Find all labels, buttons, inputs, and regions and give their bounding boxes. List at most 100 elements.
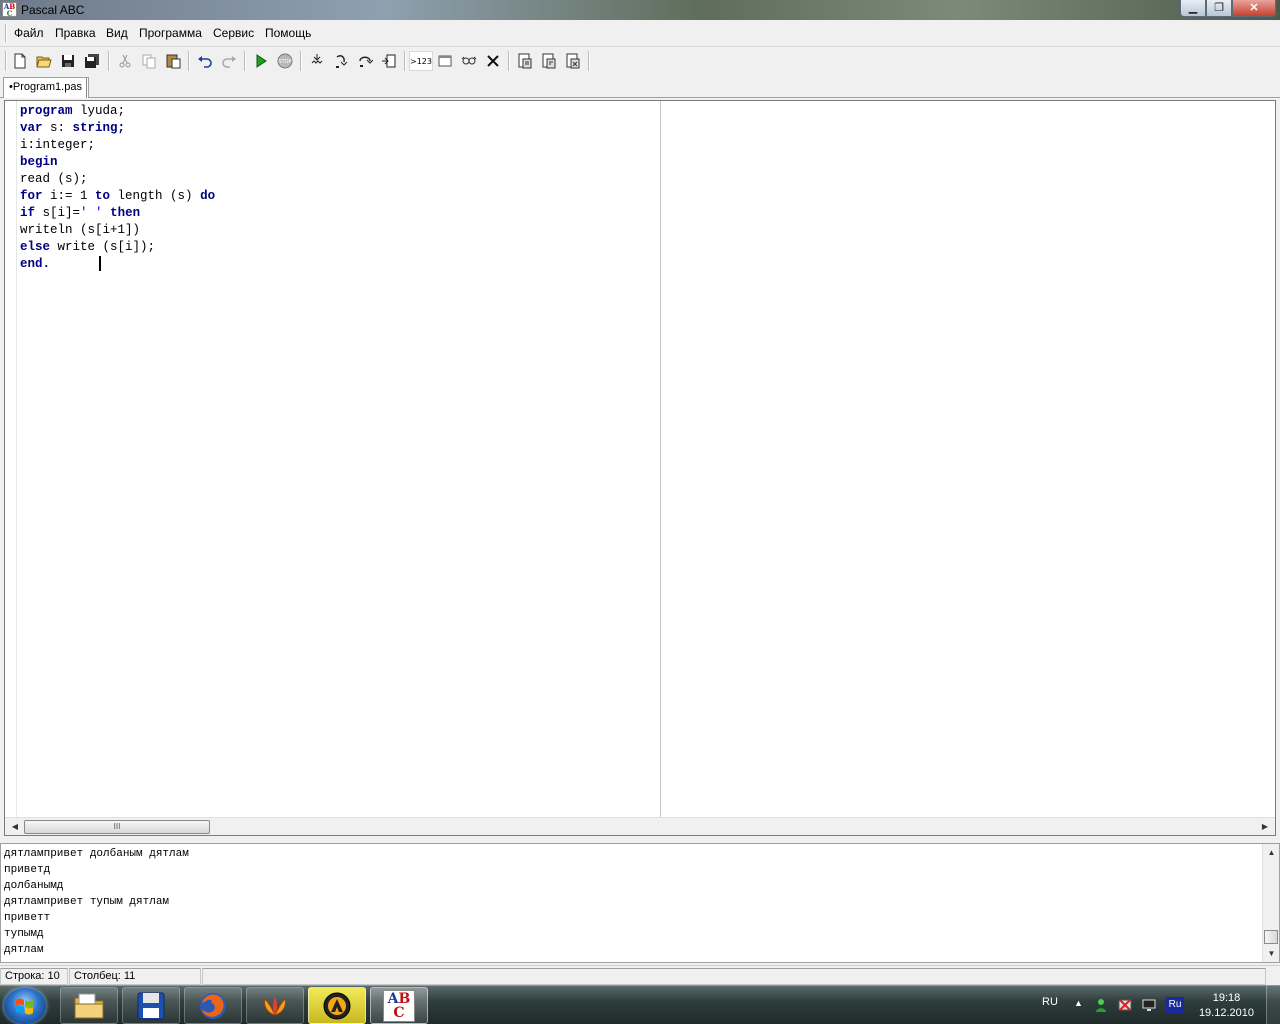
menu-file[interactable]: Файл [14,26,44,40]
taskbar-pascal-abc[interactable]: AB C [370,987,428,1024]
show-hidden-icons-icon[interactable]: ▲ [1074,998,1088,1012]
menu-edit[interactable]: Правка [55,26,96,40]
code-text[interactable]: program lyuda; var s: string; i:integer; be… [20,103,215,273]
app-icon: AB C [2,2,17,18]
output-text: дятлампривет долбаным дятлам приветд долба… [4,846,189,958]
code-keyword: string; [72,121,126,135]
run-button[interactable] [250,51,272,71]
code-token: s[i]= [35,206,81,220]
output-window-button[interactable] [434,51,456,71]
code-keyword: then [110,206,141,220]
toolbar-separator [188,51,190,71]
code-line[interactable]: i:integer; [20,137,215,154]
code-line[interactable]: program lyuda; [20,103,215,120]
vertical-scrollbar[interactable]: ▲ ▼ [1262,844,1279,962]
tab-divider [86,78,88,98]
close-button[interactable]: ✕ [1232,0,1276,17]
step-into-icon [311,54,323,64]
code-keyword: end. [20,257,51,271]
code-line[interactable]: end. [20,256,215,273]
scrollbar-thumb[interactable] [1264,930,1278,944]
code-line[interactable]: begin [20,154,215,171]
output-line: приветт [4,912,51,924]
code-token: i:integer; [20,138,96,152]
redo-button[interactable] [218,51,240,71]
run-icon [256,54,267,68]
save-button[interactable] [57,51,79,71]
paste-button[interactable] [162,51,184,71]
taskbar-save-app[interactable] [122,987,180,1024]
user-status-icon[interactable] [1094,998,1108,1012]
floppy-icon [137,992,165,1019]
network-disabled-icon[interactable] [1118,998,1132,1012]
scrollbar-thumb[interactable]: III [24,820,210,834]
undo-button[interactable] [194,51,216,71]
code-keyword: else [20,240,51,254]
tool-a-button[interactable] [514,51,536,71]
code-line[interactable]: else write (s[i]); [20,239,215,256]
menu-program[interactable]: Программа [139,26,202,40]
tool-c-button[interactable] [562,51,584,71]
tool-b-button[interactable] [538,51,560,71]
code-line[interactable]: if s[i]=' ' then [20,205,215,222]
display-icon[interactable] [1142,998,1156,1012]
code-line[interactable]: read (s); [20,171,215,188]
language-indicator[interactable]: RU [1042,996,1058,1008]
scroll-right-icon[interactable]: ▶ [1258,820,1272,834]
watch-icon: >123 [410,56,432,66]
document-tool-icon [566,53,580,69]
title-bar[interactable]: AB C Pascal ABC ▁ ❐ ✕ [0,0,1280,20]
show-desktop-button[interactable] [1266,986,1280,1024]
watch-button[interactable]: >123 [409,51,433,71]
code-line[interactable]: for i:= 1 to length (s) do [20,188,215,205]
copy-button[interactable] [138,51,160,71]
minimize-button[interactable]: ▁ [1180,0,1206,17]
code-editor[interactable]: program lyuda; var s: string; i:integer; be… [4,100,1276,836]
pascal-abc-icon: AB C [383,989,415,1022]
paste-icon [166,54,181,69]
stop-icon: STOP [277,53,293,69]
toolbar-separator [588,51,590,71]
save-all-button[interactable] [81,51,103,71]
taskbar-flower-app[interactable] [246,987,304,1024]
undo-icon [198,56,212,68]
run-to-cursor-button[interactable] [378,51,400,71]
step-out-button[interactable] [354,51,376,71]
scroll-down-icon[interactable]: ▼ [1265,947,1278,960]
taskbar-firefox[interactable] [184,987,242,1024]
keyboard-layout-badge[interactable]: Ru [1166,997,1184,1013]
save-all-icon [85,54,99,68]
new-file-button[interactable] [9,51,31,71]
menu-view[interactable]: Вид [106,26,128,40]
open-button[interactable] [33,51,55,71]
tab-program1[interactable]: •Program1.pas [3,77,89,98]
cut-button[interactable] [114,51,136,71]
menu-help[interactable]: Помощь [265,26,311,40]
scroll-left-icon[interactable]: ◀ [8,820,22,834]
horizontal-scrollbar[interactable]: ◀ III ▶ [5,817,1275,835]
toolbar-grip[interactable] [5,51,7,71]
delete-button[interactable] [482,51,504,71]
taskbar-explorer[interactable] [60,987,118,1024]
code-line[interactable]: var s: string; [20,120,215,137]
stop-button[interactable]: STOP [274,51,296,71]
scroll-up-icon[interactable]: ▲ [1265,846,1278,859]
document-tool-icon [542,53,556,69]
output-panel[interactable]: дятлампривет долбаным дятлам приветд долба… [0,843,1280,963]
menu-grip[interactable] [5,24,7,42]
step-into-button[interactable] [306,51,328,71]
code-line[interactable]: writeln (s[i+1]) [20,222,215,239]
output-line: тупымд [4,928,44,940]
aimp-icon [323,992,351,1019]
toolbar: STOP >123 [0,48,1280,75]
taskbar-aimp[interactable] [308,987,366,1024]
output-line: дятлам [4,944,44,956]
start-button[interactable] [4,988,46,1024]
eye-button[interactable] [458,51,480,71]
step-over-button[interactable] [330,51,352,71]
clock[interactable]: 19:18 19.12.2010 [1199,991,1254,1021]
menu-service[interactable]: Сервис [213,26,254,40]
editor-gutter [5,101,17,817]
maximize-button[interactable]: ❐ [1206,0,1232,17]
toolbar-separator [244,51,246,71]
